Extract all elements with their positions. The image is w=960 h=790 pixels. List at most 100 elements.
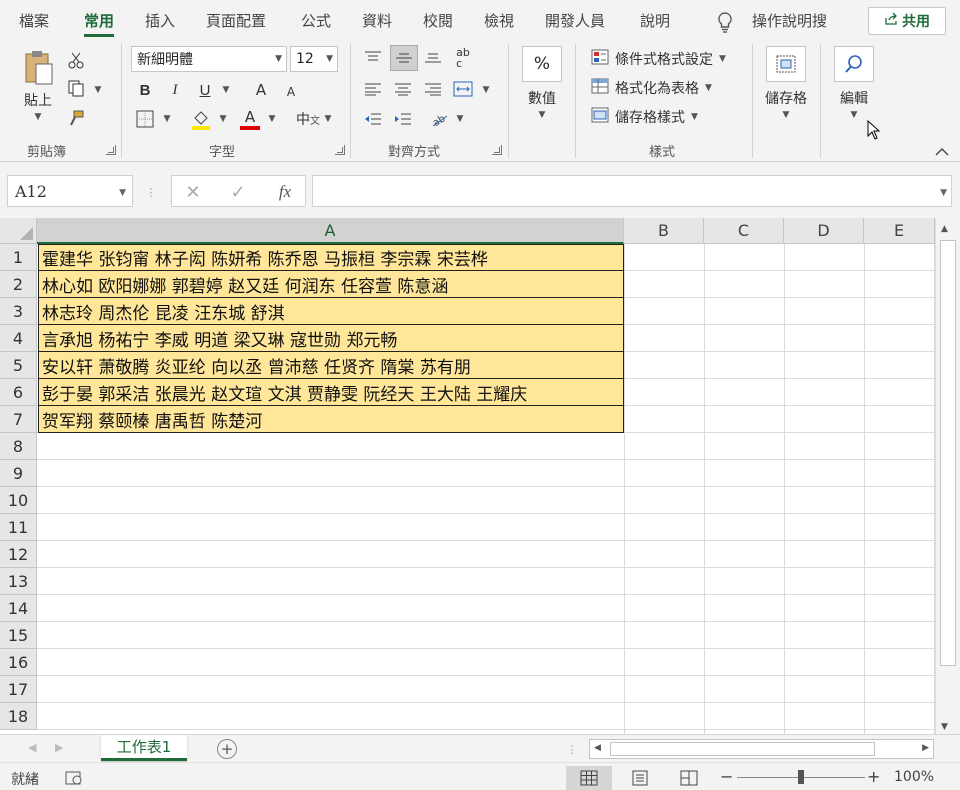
italic-button[interactable]: I — [165, 79, 185, 101]
format-painter-icon[interactable] — [66, 108, 86, 128]
collapse-ribbon-icon[interactable] — [934, 144, 950, 158]
zoom-slider-thumb[interactable] — [798, 770, 804, 784]
check-icon[interactable]: ✓ — [225, 180, 251, 204]
tab-file[interactable]: 檔案 — [19, 10, 49, 34]
merge-center-icon[interactable] — [451, 77, 475, 101]
tab-page-layout[interactable]: 頁面配置 — [206, 10, 266, 34]
page-break-view-icon[interactable] — [666, 766, 712, 790]
column-header-e[interactable]: E — [864, 218, 935, 244]
phonetic-dropdown-icon[interactable]: ▼ — [323, 114, 333, 124]
font-color-button[interactable]: A — [239, 106, 261, 132]
row-header[interactable]: 7 — [0, 406, 37, 433]
font-color-dropdown-icon[interactable]: ▼ — [267, 114, 277, 124]
column-header-a[interactable]: A — [37, 218, 624, 244]
number-dropdown-icon[interactable]: ▼ — [537, 110, 547, 120]
add-sheet-icon[interactable]: + — [217, 739, 237, 759]
zoom-out-button[interactable]: − — [720, 767, 733, 786]
share-button[interactable]: 共用 — [868, 7, 946, 35]
phonetic-button[interactable]: 中文 — [296, 108, 320, 130]
borders-dropdown-icon[interactable]: ▼ — [162, 114, 172, 124]
merge-dropdown-icon[interactable]: ▼ — [481, 85, 491, 95]
tab-insert[interactable]: 插入 — [145, 10, 175, 34]
row-header[interactable]: 9 — [0, 460, 37, 487]
column-header-d[interactable]: D — [784, 218, 864, 244]
font-name-dropdown[interactable]: 新細明體 ▼ — [131, 46, 287, 72]
font-launcher-icon[interactable] — [335, 145, 345, 155]
underline-dropdown-icon[interactable]: ▼ — [221, 85, 231, 95]
bold-button[interactable]: B — [135, 79, 155, 101]
horizontal-scroll-thumb[interactable] — [610, 742, 875, 756]
number-button[interactable]: 數值 — [519, 88, 565, 108]
tab-home[interactable]: 常用 — [84, 10, 115, 37]
alignment-launcher-icon[interactable] — [492, 145, 502, 155]
align-right-icon[interactable] — [421, 78, 445, 100]
tab-view[interactable]: 檢視 — [484, 10, 514, 34]
paste-icon[interactable] — [20, 48, 56, 88]
formula-input[interactable]: ▼ — [312, 175, 952, 207]
vertical-scroll-thumb[interactable] — [940, 240, 956, 666]
tab-review[interactable]: 校閱 — [423, 10, 453, 34]
grow-font-button[interactable]: A — [250, 79, 272, 101]
accessibility-icon[interactable] — [64, 769, 84, 787]
horizontal-scrollbar[interactable]: ◀ ▶ — [589, 739, 934, 759]
vertical-scrollbar[interactable]: ▲ ▼ — [935, 218, 960, 734]
copy-icon[interactable] — [66, 78, 86, 98]
insert-function-button[interactable]: fx — [272, 180, 298, 204]
scroll-down-icon[interactable]: ▼ — [941, 722, 948, 732]
row-header[interactable]: 14 — [0, 595, 37, 622]
row-header[interactable]: 18 — [0, 703, 37, 730]
select-all-corner[interactable] — [0, 218, 37, 244]
conditional-formatting-button[interactable]: 條件式格式設定 ▼ — [591, 49, 726, 69]
paste-dropdown-icon[interactable]: ▼ — [33, 112, 43, 122]
cell-a7[interactable]: 贺军翔 蔡颐榛 唐禹哲 陈楚河 — [38, 406, 624, 433]
cell-a1[interactable]: 霍建华 张钧甯 林子闳 陈妍希 陈乔恩 马振桓 李宗霖 宋芸桦 — [38, 244, 624, 271]
top-align-icon[interactable] — [361, 46, 385, 68]
borders-icon[interactable] — [134, 108, 156, 130]
cut-icon[interactable] — [66, 50, 86, 70]
sheet-tab-1[interactable]: 工作表1 — [101, 735, 187, 761]
text-direction-icon[interactable]: ab — [429, 107, 451, 131]
orientation-icon[interactable]: ab c — [451, 46, 475, 70]
fill-color-dropdown-icon[interactable]: ▼ — [218, 114, 228, 124]
row-header[interactable]: 3 — [0, 298, 37, 325]
normal-view-icon[interactable] — [566, 766, 612, 790]
middle-align-icon[interactable] — [390, 45, 418, 71]
column-header-b[interactable]: B — [624, 218, 704, 244]
cell-styles-button[interactable]: 儲存格樣式 ▼ — [591, 107, 698, 127]
worksheet-grid[interactable]: A B C D E 1 2 3 4 5 6 7 8 9 10 11 12 13 14 15 16 17 18 霍建华… — [0, 218, 960, 734]
row-header[interactable]: 10 — [0, 487, 37, 514]
row-header[interactable]: 1 — [0, 244, 37, 271]
cell-a2[interactable]: 林心如 欧阳娜娜 郭碧婷 赵又廷 何润东 任容萱 陈意涵 — [38, 271, 624, 298]
column-header-c[interactable]: C — [704, 218, 784, 244]
format-as-table-button[interactable]: 格式化為表格 ▼ — [591, 78, 712, 98]
font-size-dropdown[interactable]: 12 ▼ — [290, 46, 338, 72]
row-header[interactable]: 11 — [0, 514, 37, 541]
text-direction-dropdown-icon[interactable]: ▼ — [455, 114, 465, 124]
editing-dropdown-icon[interactable]: ▼ — [849, 110, 859, 120]
row-header[interactable]: 8 — [0, 433, 37, 460]
number-format-icon[interactable]: % — [522, 46, 562, 82]
prev-sheet-icon[interactable]: ◀ — [28, 741, 36, 754]
zoom-in-button[interactable]: + — [867, 767, 880, 786]
row-header[interactable]: 5 — [0, 352, 37, 379]
zoom-level[interactable]: 100% — [894, 769, 934, 785]
scroll-right-icon[interactable]: ▶ — [922, 743, 929, 753]
shrink-font-button[interactable]: A — [280, 81, 302, 103]
tab-help[interactable]: 說明 — [640, 10, 670, 34]
editing-button[interactable]: 編輯 — [832, 88, 876, 108]
cell-a3[interactable]: 林志玲 周杰伦 昆凌 汪东城 舒淇 — [38, 298, 624, 325]
chevron-down-icon[interactable]: ▼ — [940, 188, 947, 198]
row-header[interactable]: 6 — [0, 379, 37, 406]
align-left-icon[interactable] — [361, 78, 385, 100]
increase-indent-icon[interactable] — [391, 108, 415, 130]
cells-icon[interactable] — [766, 46, 806, 82]
lightbulb-icon[interactable] — [714, 10, 736, 34]
next-sheet-icon[interactable]: ▶ — [55, 741, 63, 754]
scroll-up-icon[interactable]: ▲ — [941, 224, 948, 234]
row-header[interactable]: 13 — [0, 568, 37, 595]
page-layout-view-icon[interactable] — [617, 766, 663, 790]
bottom-align-icon[interactable] — [421, 46, 445, 68]
search-icon[interactable] — [834, 46, 874, 82]
decrease-indent-icon[interactable] — [361, 108, 385, 130]
tab-formulas[interactable]: 公式 — [301, 10, 331, 34]
